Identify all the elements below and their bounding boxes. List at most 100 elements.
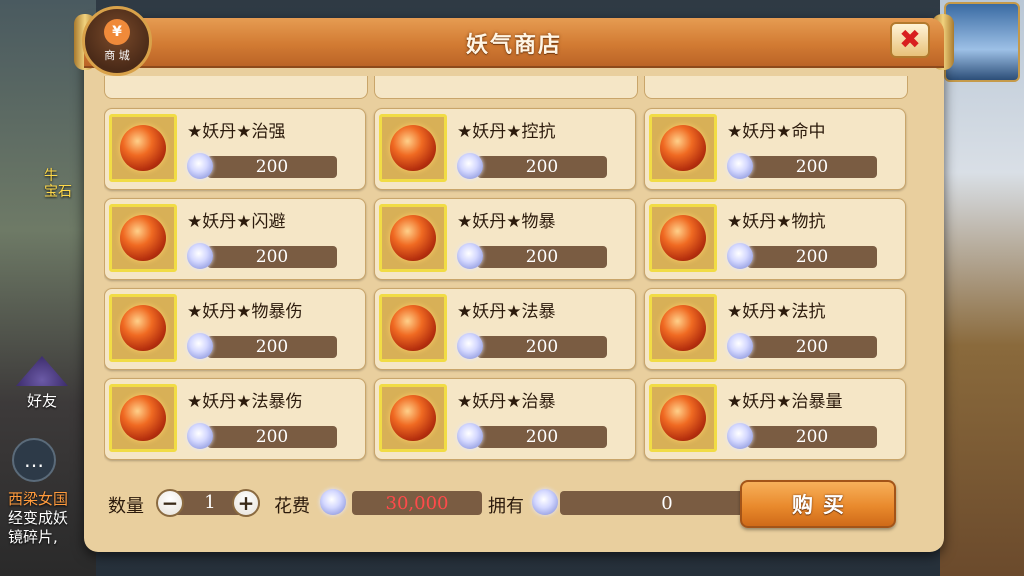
shop-item-card[interactable]: ★妖丹★控抗 200 (374, 108, 636, 190)
item-name: ★妖丹★治强 (187, 122, 286, 142)
demon-pill-orb (120, 125, 166, 171)
item-name: ★妖丹★物暴 (457, 212, 556, 232)
demon-pill-icon (109, 204, 177, 272)
demon-pill-icon (109, 114, 177, 182)
spirit-gem-icon (727, 153, 753, 179)
spirit-gem-icon (727, 333, 753, 359)
close-button[interactable]: ✖ (890, 22, 930, 58)
shop-item-card[interactable]: ★妖丹★命中 200 (644, 108, 906, 190)
item-price: 200 (207, 336, 337, 358)
cost-label: 花费 (274, 496, 310, 517)
player-portrait[interactable] (944, 2, 1020, 82)
demon-pill-icon (379, 204, 447, 272)
shop-item-card[interactable]: ★妖丹★法暴伤 200 (104, 378, 366, 460)
shop-item-card[interactable]: ★妖丹★闪避 200 (104, 198, 366, 280)
item-name: ★妖丹★法抗 (727, 302, 826, 322)
item-price: 200 (747, 336, 877, 358)
demon-pill-icon (649, 294, 717, 362)
item-name: ★妖丹★物抗 (727, 212, 826, 232)
cost-value: 30,000 (352, 491, 482, 515)
shop-item-card[interactable]: ★妖丹★物暴 200 (374, 198, 636, 280)
item-name: ★妖丹★治暴 (457, 392, 556, 412)
shop-item-card[interactable]: ★妖丹★治强 200 (104, 108, 366, 190)
spirit-gem-icon (532, 489, 558, 515)
shop-item-card[interactable]: ★妖丹★治暴量 200 (644, 378, 906, 460)
shop-item-card[interactable]: ★妖丹★物抗 200 (644, 198, 906, 280)
spirit-gem-icon (457, 423, 483, 449)
demon-pill-orb (660, 305, 706, 351)
spirit-gem-icon (457, 153, 483, 179)
spirit-gem-icon (457, 243, 483, 269)
item-name: ★妖丹★控抗 (457, 122, 556, 142)
owned-label: 拥有 (488, 496, 524, 517)
item-name: ★妖丹★法暴伤 (187, 392, 303, 412)
item-list[interactable]: ★妖丹★治强 200 ★妖丹★控抗 200 ★妖丹★命中 200 ★妖丹★闪避 200 ★妖丹★… (104, 76, 924, 466)
minus-button[interactable]: − (156, 489, 184, 517)
item-price: 200 (477, 156, 607, 178)
item-price: 200 (747, 246, 877, 268)
demon-pill-icon (109, 384, 177, 452)
shop-item-card[interactable]: ★妖丹★法抗 200 (644, 288, 906, 370)
item-price: 200 (477, 426, 607, 448)
spirit-gem-icon (727, 423, 753, 449)
item-price: 200 (747, 426, 877, 448)
demon-pill-icon (379, 114, 447, 182)
demon-pill-orb (120, 395, 166, 441)
item-name: ★妖丹★物暴伤 (187, 302, 303, 322)
partial-item-card[interactable] (104, 76, 368, 99)
shop-logo-text: 商 城 (104, 49, 130, 62)
demon-pill-orb (660, 215, 706, 261)
item-price: 200 (207, 426, 337, 448)
purchase-bar: 数量 − 1 + 花费 30,000 拥有 0 购买 (104, 480, 924, 530)
plus-button[interactable]: + (232, 489, 260, 517)
shop-item-card[interactable]: ★妖丹★物暴伤 200 (104, 288, 366, 370)
shop-title: 妖气商店 (465, 33, 562, 58)
item-price: 200 (207, 246, 337, 268)
item-name: ★妖丹★治暴量 (727, 392, 843, 412)
demon-pill-orb (390, 125, 436, 171)
item-price: 200 (207, 156, 337, 178)
demon-pill-icon (649, 384, 717, 452)
demon-pill-icon (649, 204, 717, 272)
friends-hat-icon (16, 356, 68, 386)
partial-item-card[interactable] (374, 76, 638, 99)
spirit-gem-icon (727, 243, 753, 269)
item-price: 200 (477, 246, 607, 268)
demon-pill-orb (120, 215, 166, 261)
demon-pill-orb (120, 305, 166, 351)
demon-pill-orb (390, 215, 436, 261)
quantity-value[interactable]: 1 (188, 492, 232, 513)
shop-panel: 妖气商店 ¥ 商 城 ✖ ★妖丹★治强 200 ★妖丹★控抗 200 ★妖丹★命中 200… (74, 6, 954, 552)
friends-label: 好友 (26, 392, 57, 410)
buy-button[interactable]: 购买 (740, 480, 896, 528)
demon-pill-orb (660, 395, 706, 441)
shop-header: 妖气商店 (84, 18, 944, 68)
spirit-gem-icon (320, 489, 346, 515)
item-name: ★妖丹★命中 (727, 122, 826, 142)
chat-bubble-icon[interactable]: … (12, 438, 56, 482)
shop-item-card[interactable]: ★妖丹★治暴 200 (374, 378, 636, 460)
quantity-label: 数量 (108, 496, 144, 517)
spirit-gem-icon (457, 333, 483, 359)
item-name: ★妖丹★法暴 (457, 302, 556, 322)
chat-line: 镜碎片, (8, 528, 58, 546)
demon-pill-icon (379, 294, 447, 362)
item-grid: ★妖丹★治强 200 ★妖丹★控抗 200 ★妖丹★命中 200 ★妖丹★闪避 200 ★妖丹★… (104, 108, 924, 460)
item-price: 200 (477, 336, 607, 358)
spirit-gem-icon (187, 243, 213, 269)
item-name: ★妖丹★闪避 (187, 212, 286, 232)
shop-item-card[interactable]: ★妖丹★法暴 200 (374, 288, 636, 370)
demon-pill-icon (379, 384, 447, 452)
chat-line: 经变成妖 (8, 509, 69, 527)
shop-logo: ¥ 商 城 (82, 6, 152, 76)
spirit-gem-icon (187, 333, 213, 359)
partial-row (104, 76, 924, 100)
spirit-gem-icon (187, 153, 213, 179)
friends-button[interactable]: 好友 (10, 356, 74, 416)
partial-item-card[interactable] (644, 76, 908, 99)
background-scene-right (940, 0, 1024, 576)
demon-pill-orb (390, 305, 436, 351)
demon-pill-icon (649, 114, 717, 182)
spirit-gem-icon (187, 423, 213, 449)
item-price: 200 (747, 156, 877, 178)
